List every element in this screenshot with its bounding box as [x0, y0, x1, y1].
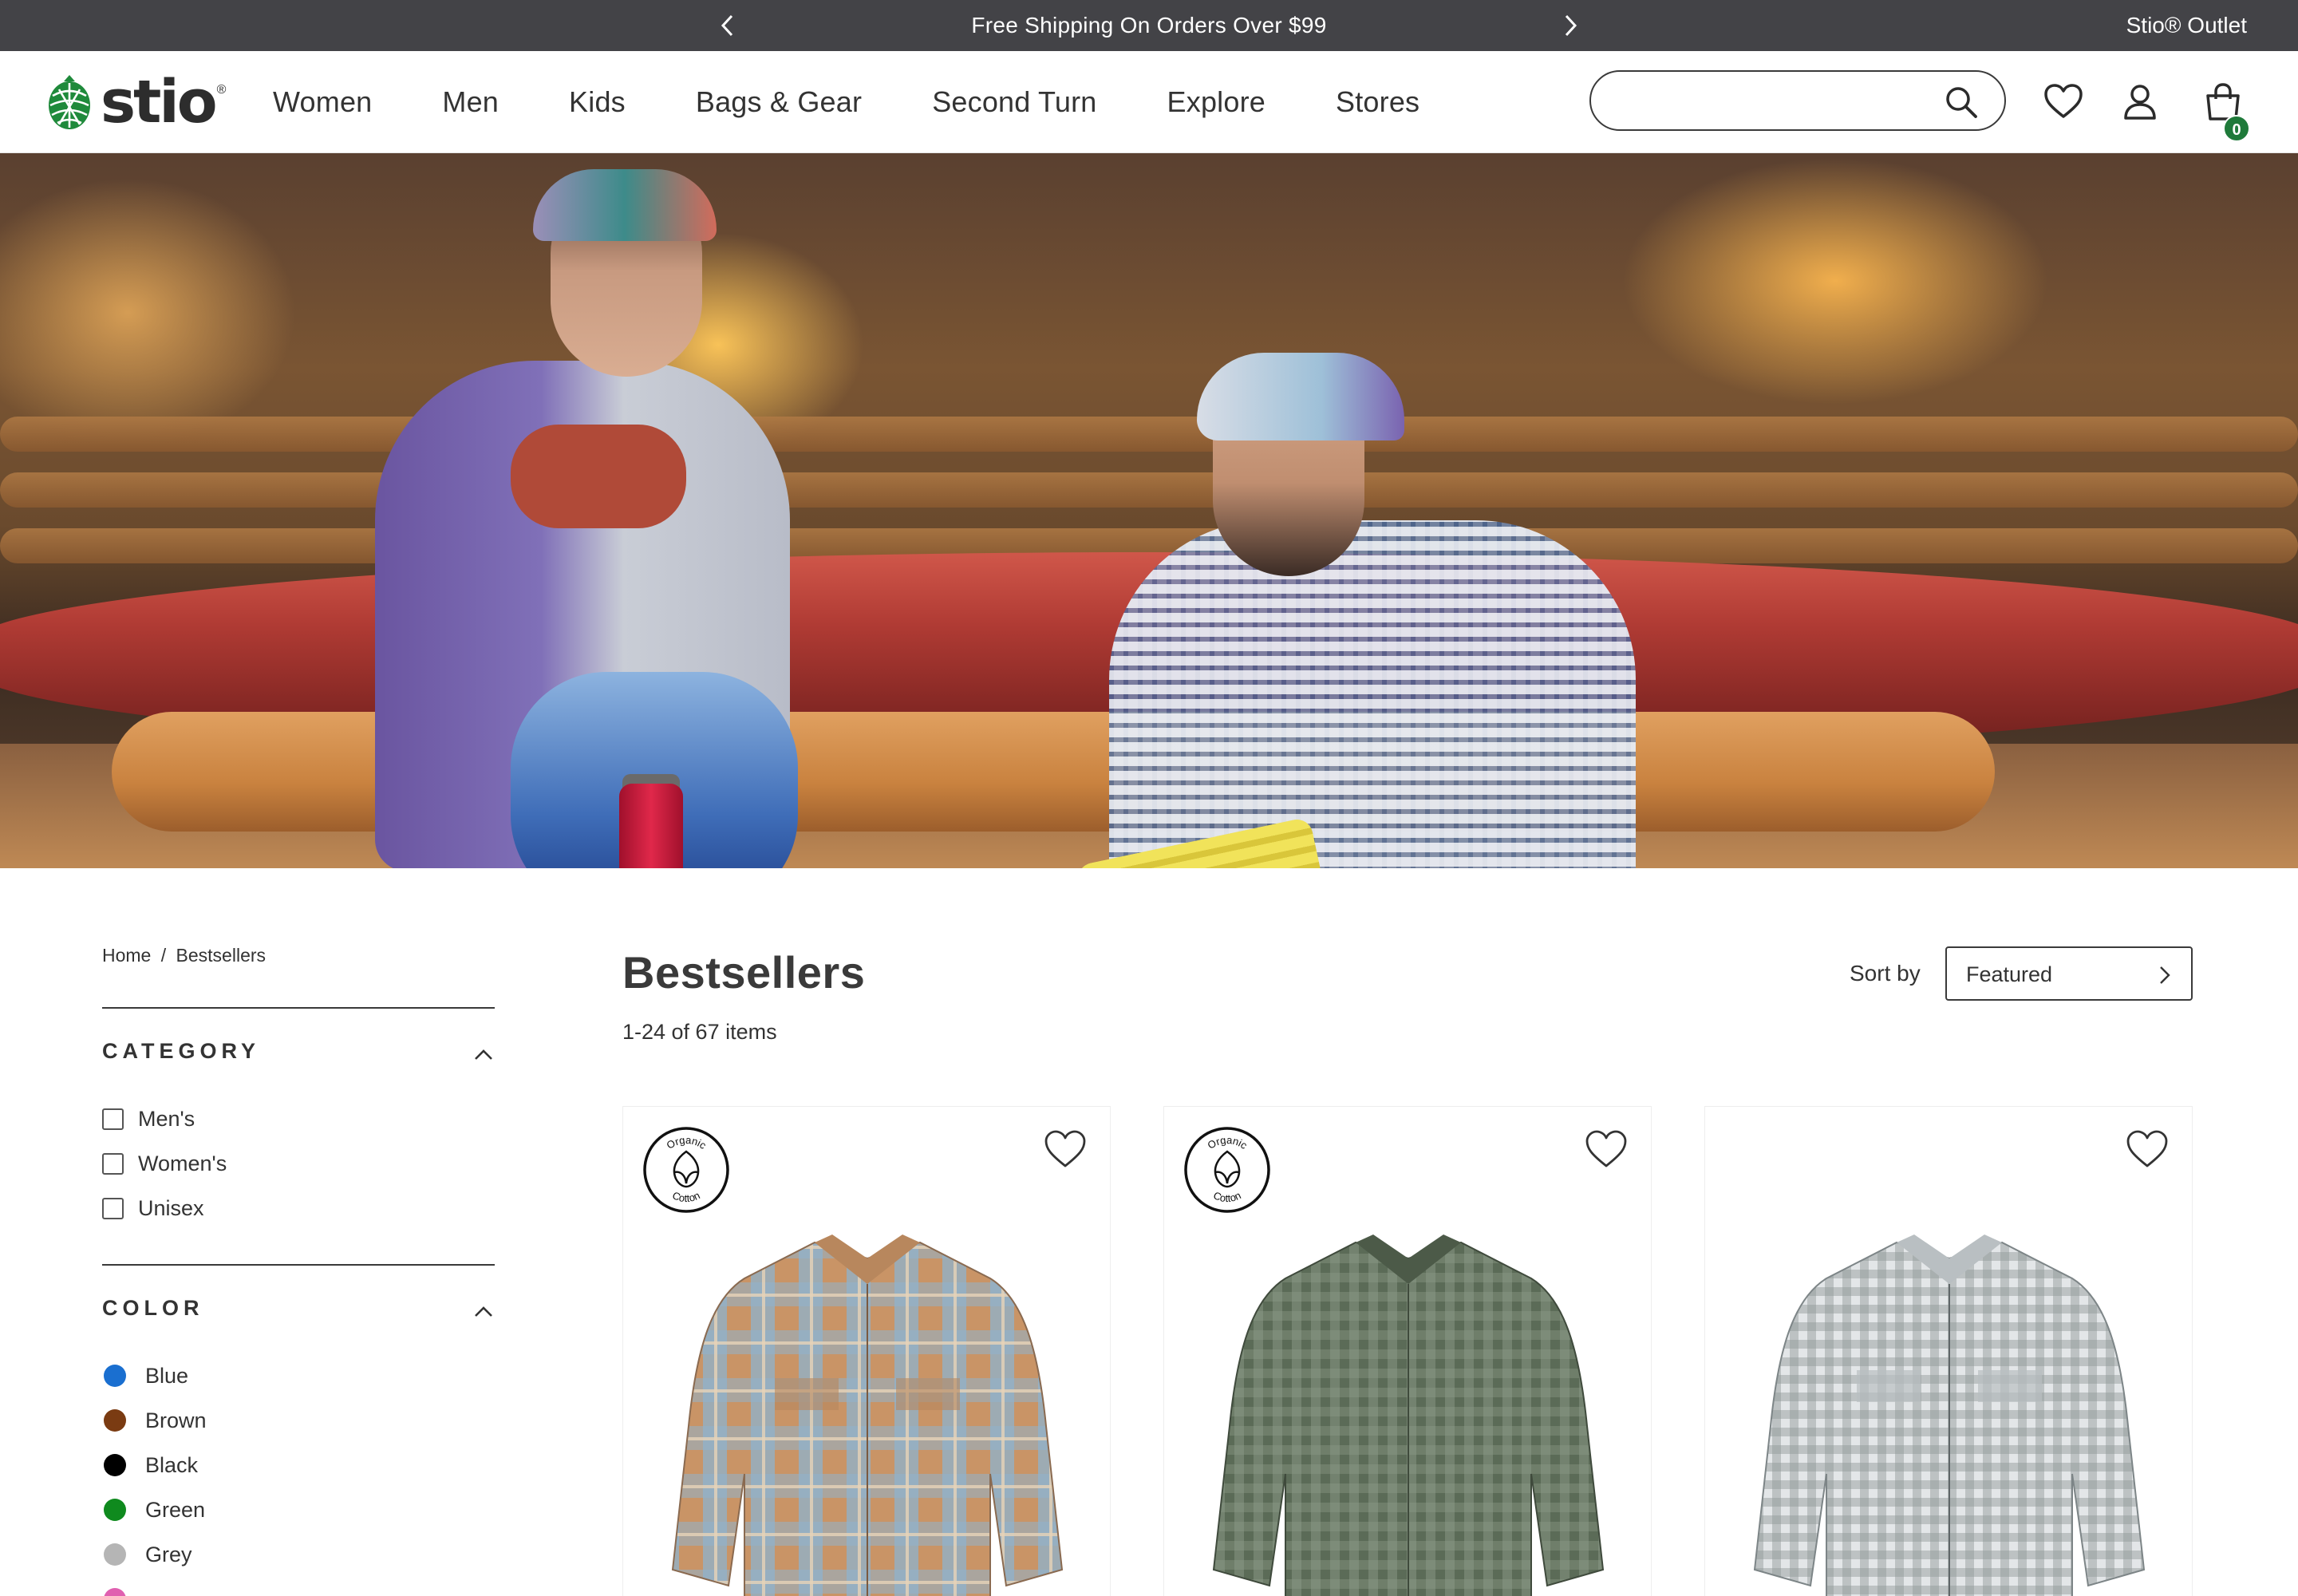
filter-category-title: CATEGORY	[102, 1039, 261, 1063]
sort-label: Sort by	[1850, 961, 1921, 986]
breadcrumb-current: Bestsellers	[176, 945, 267, 966]
filter-divider	[102, 1264, 495, 1266]
hero-log-wall	[0, 417, 2298, 452]
nav-kids[interactable]: Kids	[569, 85, 626, 119]
chevron-up-icon	[475, 1306, 492, 1317]
sort-select[interactable]: Featured	[1945, 946, 2193, 1001]
filter-option-label: Men's	[138, 1106, 195, 1131]
checkbox[interactable]	[102, 1108, 124, 1130]
filter-option-label: Black	[145, 1452, 199, 1477]
filter-color-pink-partial[interactable]	[104, 1583, 145, 1596]
color-swatch	[104, 1454, 126, 1476]
hero-man	[1109, 520, 1636, 868]
chevron-up-icon	[475, 1049, 492, 1060]
cart-count-badge: 0	[2223, 115, 2250, 142]
site-header: stio ® Women Men Kids Bags & Gear Second…	[0, 51, 2298, 153]
main-nav: Women Men Kids Bags & Gear Second Turn E…	[273, 51, 1490, 153]
promo-message: Free Shipping On Orders Over $99	[971, 13, 1327, 38]
hero-scarf	[511, 425, 686, 528]
filter-option-label: Green	[145, 1497, 206, 1522]
filter-option-label: Brown	[145, 1408, 207, 1432]
filter-option-label: Unisex	[138, 1195, 204, 1220]
nav-second-turn[interactable]: Second Turn	[932, 85, 1096, 119]
logo-registered-mark: ®	[216, 83, 227, 97]
promo-next-button[interactable]	[1556, 11, 1585, 40]
hero-log-wall	[0, 472, 2298, 508]
color-swatch	[104, 1409, 126, 1432]
heart-icon[interactable]	[2125, 1128, 2170, 1172]
item-count: 1-24 of 67 items	[622, 1020, 777, 1044]
filter-color-toggle[interactable]: COLOR	[102, 1296, 495, 1328]
filter-divider	[102, 1007, 495, 1009]
nav-men[interactable]: Men	[442, 85, 499, 119]
chevron-left-icon	[721, 14, 733, 37]
nav-bags-gear[interactable]: Bags & Gear	[696, 85, 862, 119]
color-swatch	[104, 1499, 126, 1521]
product-card[interactable]	[1704, 1106, 2193, 1596]
nav-explore[interactable]: Explore	[1167, 85, 1265, 119]
breadcrumb: Home / Bestsellers	[102, 945, 266, 966]
nav-stores[interactable]: Stores	[1336, 85, 1419, 119]
chevron-right-icon	[2160, 966, 2170, 984]
search-box	[1589, 70, 2006, 131]
checkbox[interactable]	[102, 1197, 124, 1219]
hero-man-cap	[1197, 353, 1404, 440]
hero-woman-cap	[533, 169, 717, 241]
search-icon	[1946, 87, 1977, 118]
color-swatch	[104, 1588, 126, 1596]
hero-bottle	[619, 784, 683, 868]
stio-logo[interactable]: stio ®	[45, 70, 226, 134]
heart-icon[interactable]	[1043, 1128, 1088, 1172]
logo-wordmark: stio	[101, 68, 218, 136]
search-button[interactable]	[1944, 85, 1979, 120]
hero-image	[0, 153, 2298, 868]
product-image-green-check-shirt	[1212, 1235, 1605, 1596]
color-swatch	[104, 1543, 126, 1566]
sort-value: Featured	[1966, 962, 2053, 986]
promo-prev-button[interactable]	[713, 11, 742, 40]
filter-color-black[interactable]: Black	[104, 1449, 198, 1481]
filter-color-title: COLOR	[102, 1296, 204, 1320]
heart-icon	[2044, 84, 2083, 118]
organic-cotton-badge: Organic Cotton	[1184, 1127, 1270, 1213]
filter-category-mens[interactable]: Men's	[102, 1103, 195, 1135]
filter-color-green[interactable]: Green	[104, 1494, 205, 1526]
filter-option-label: Women's	[138, 1151, 227, 1175]
filter-category-unisex[interactable]: Unisex	[102, 1192, 204, 1224]
filter-color-blue[interactable]: Blue	[104, 1360, 188, 1392]
page-title: Bestsellers	[622, 947, 866, 998]
filter-color-grey[interactable]: Grey	[104, 1539, 192, 1570]
filter-option-label: Grey	[145, 1542, 192, 1566]
organic-cotton-badge: Organic Cotton	[643, 1127, 729, 1213]
product-card[interactable]: Organic Cotton	[1163, 1106, 1652, 1596]
breadcrumb-home[interactable]: Home	[102, 945, 151, 966]
account-button[interactable]	[2119, 81, 2161, 123]
user-icon	[2124, 85, 2156, 120]
filter-category-womens[interactable]: Women's	[102, 1148, 227, 1179]
filter-option-label: Blue	[145, 1363, 189, 1388]
checkbox[interactable]	[102, 1152, 124, 1175]
wishlist-button[interactable]	[2043, 81, 2084, 123]
outlet-link[interactable]: Stio® Outlet	[2126, 0, 2247, 51]
color-swatch	[104, 1365, 126, 1387]
product-card[interactable]: Organic Cotton	[622, 1106, 1111, 1596]
product-image-plaid-shirt	[671, 1235, 1064, 1596]
pinecone-icon	[49, 75, 90, 129]
nav-women[interactable]: Women	[273, 85, 372, 119]
filter-category-toggle[interactable]: CATEGORY	[102, 1039, 495, 1071]
filter-color-brown[interactable]: Brown	[104, 1404, 207, 1436]
heart-icon[interactable]	[1584, 1128, 1629, 1172]
product-image-grey-gingham-shirt	[1753, 1235, 2146, 1596]
chevron-right-icon	[1565, 14, 1577, 37]
promo-bar: Free Shipping On Orders Over $99 Stio® O…	[0, 0, 2298, 51]
search-input[interactable]	[1613, 80, 1933, 121]
breadcrumb-separator: /	[160, 945, 167, 966]
